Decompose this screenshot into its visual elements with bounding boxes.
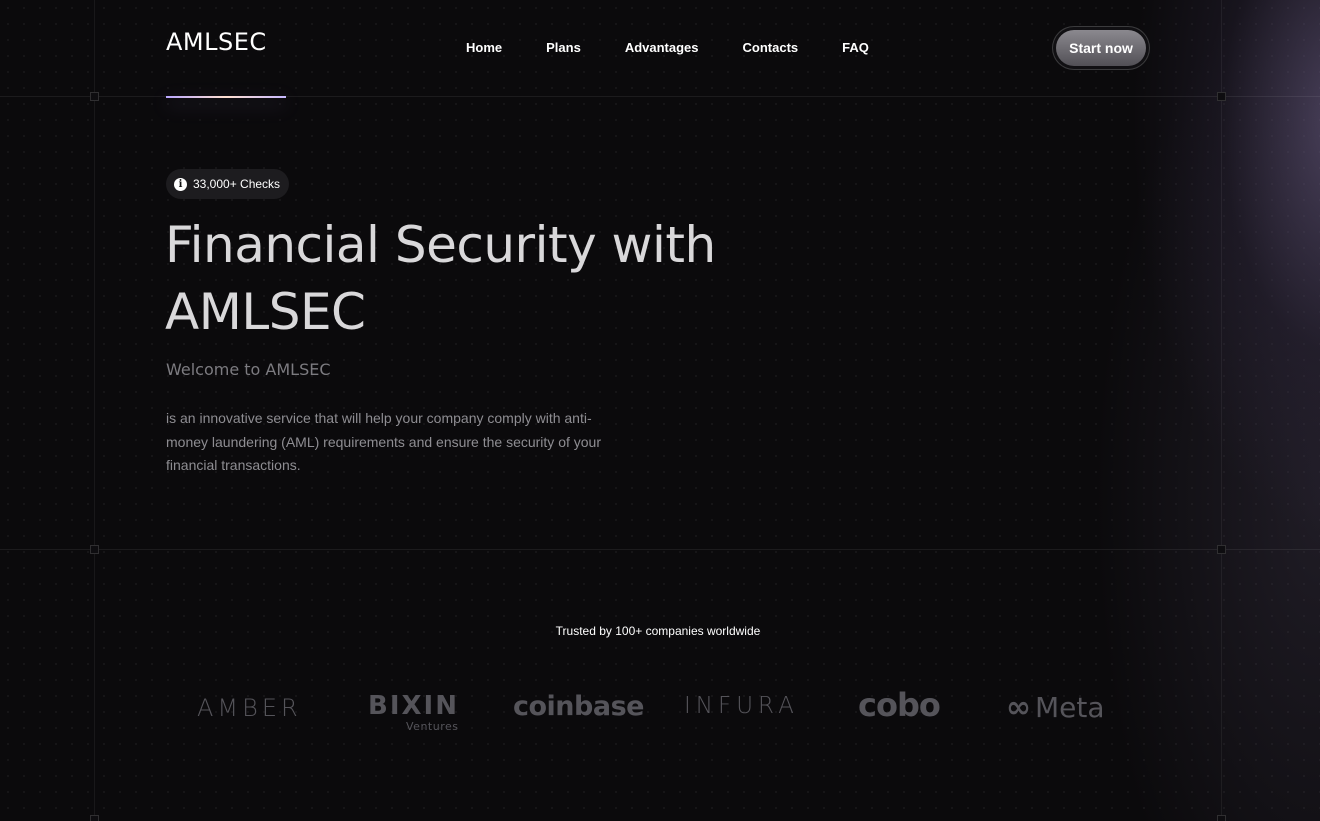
grid-corner [1217,92,1226,101]
grid-corner [90,815,99,821]
hero-subtitle: Welcome to AMLSEC [166,360,331,379]
bixin-logo: BIXIN Ventures [368,691,459,733]
meta-logo-text: Meta [1035,691,1105,724]
hero-title: Financial Security with AMLSEC [165,216,716,341]
nav-link-advantages[interactable]: Advantages [625,40,699,55]
meta-infinity-icon: ∞ [1006,690,1031,725]
amber-logo: AMBER [197,694,302,722]
site-logo[interactable]: AMLSEC [166,28,267,56]
infura-logo: INFURA [684,693,799,719]
bixin-logo-subtext: Ventures [406,720,459,733]
checks-badge: i 33,000+ Checks [166,169,290,199]
hero-description: is an innovative service that will help … [166,410,601,473]
grid-corner [90,545,99,554]
bixin-logo-text: BIXIN [368,691,459,721]
main-nav: Home Plans Advantages Contacts FAQ [466,40,913,55]
nav-link-faq[interactable]: FAQ [842,40,869,55]
nav-link-plans[interactable]: Plans [546,40,581,55]
meta-logo: ∞ Meta [1006,690,1105,725]
grid-corner [1217,815,1226,821]
nav-link-home[interactable]: Home [466,40,502,55]
start-now-label: Start now [1056,30,1146,66]
cobo-logo: cobo [858,686,941,724]
nav-link-contacts[interactable]: Contacts [743,40,799,55]
start-now-button[interactable]: Start now [1052,26,1150,70]
grid-corner [90,92,99,101]
active-indicator [166,96,286,98]
trusted-heading: Trusted by 100+ companies worldwide [555,624,761,638]
partner-logos: AMBER BIXIN Ventures coinbase INFURA cob… [0,686,1320,736]
info-icon: i [174,177,187,191]
coinbase-logo: coinbase [513,691,644,722]
grid-line [0,549,1320,550]
grid-corner [1217,545,1226,554]
checks-badge-text: 33,000+ Checks [193,177,281,191]
